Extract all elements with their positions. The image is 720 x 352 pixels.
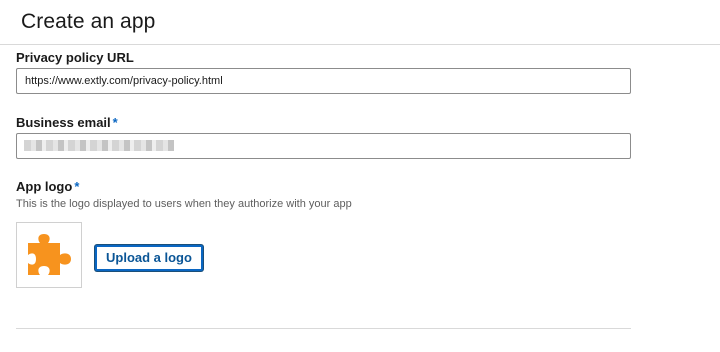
page-title: Create an app <box>21 10 156 33</box>
business-email-field <box>16 133 631 159</box>
privacy-policy-url-input[interactable] <box>16 68 631 94</box>
app-logo-preview <box>16 222 82 288</box>
app-logo-label-text: App logo <box>16 179 73 194</box>
privacy-policy-label-text: Privacy policy URL <box>16 50 134 65</box>
required-asterisk: * <box>74 179 80 194</box>
page-header: Create an app <box>0 0 720 45</box>
create-app-page: Create an app Privacy policy URL Busines… <box>0 0 720 352</box>
privacy-policy-label: Privacy policy URL <box>16 50 134 65</box>
upload-logo-button[interactable]: Upload a logo <box>95 245 203 271</box>
required-asterisk: * <box>112 115 118 130</box>
business-email-label: Business email * <box>16 115 118 130</box>
business-email-label-text: Business email <box>16 115 111 130</box>
app-logo-label: App logo * <box>16 179 79 194</box>
puzzle-piece-icon <box>28 234 71 275</box>
form-divider <box>16 328 631 329</box>
app-logo-help-text: This is the logo displayed to users when… <box>16 198 352 210</box>
business-email-input[interactable] <box>16 133 631 159</box>
